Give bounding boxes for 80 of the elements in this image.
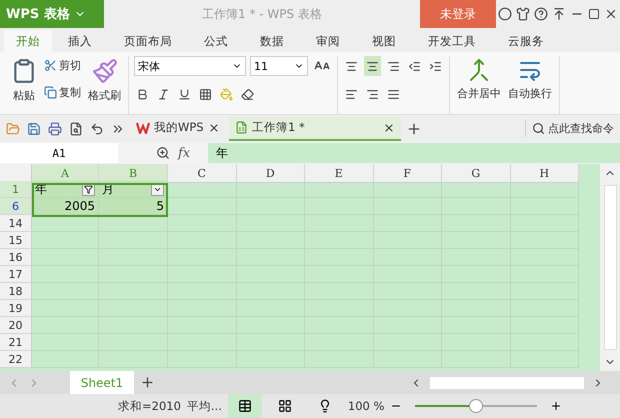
- column-header[interactable]: F: [374, 164, 442, 183]
- row-header[interactable]: 15: [0, 232, 32, 249]
- align-icon[interactable]: [364, 56, 381, 76]
- horizontal-scrollbar-thumb[interactable]: [430, 376, 584, 388]
- table-cell: [32, 232, 99, 249]
- font-size-field[interactable]: 11: [250, 56, 308, 76]
- close-icon[interactable]: [383, 122, 395, 134]
- average-label: 平均...: [186, 398, 222, 414]
- menu-tab[interactable]: 开发工具: [412, 30, 492, 52]
- font-name-field[interactable]: 宋体: [134, 56, 246, 76]
- menu-tab[interactable]: 数据: [244, 30, 300, 52]
- table-cell: [32, 215, 99, 232]
- row-header[interactable]: 14: [0, 215, 32, 232]
- table-cell: [374, 181, 442, 198]
- format-painter-button[interactable]: 格式刷: [86, 56, 123, 105]
- row-header[interactable]: 22: [0, 351, 32, 368]
- document-tab[interactable]: 我的WPS: [130, 116, 226, 140]
- merge-icon: [467, 58, 491, 82]
- table-cell: [168, 215, 236, 232]
- menu-tab[interactable]: 云服务: [492, 30, 560, 52]
- column-header[interactable]: D: [236, 164, 305, 183]
- menu-tab[interactable]: 开始: [4, 30, 52, 52]
- scissors-icon: [44, 59, 57, 72]
- row-header[interactable]: 19: [0, 300, 32, 317]
- window-title: 工作簿1 * - WPS 表格: [201, 6, 323, 22]
- app-menu-button[interactable]: WPS 表格: [0, 0, 104, 28]
- menu-tab[interactable]: 插入: [52, 30, 108, 52]
- view-mode-icon[interactable]: [228, 394, 262, 418]
- row-header[interactable]: 6: [0, 198, 32, 215]
- formula-field[interactable]: 年: [208, 143, 620, 163]
- column-header[interactable]: E: [305, 164, 374, 183]
- logo: [136, 122, 150, 134]
- table-cell: [32, 351, 99, 368]
- table-cell: [305, 181, 374, 198]
- table-cell: [32, 300, 99, 317]
- table-cell: 5: [99, 198, 168, 215]
- search-icon: [532, 122, 545, 135]
- row-header[interactable]: 16: [0, 249, 32, 266]
- cut-button[interactable]: 剪切: [42, 56, 83, 75]
- copy-icon: [44, 86, 57, 99]
- paste-button[interactable]: 粘贴: [9, 56, 39, 105]
- scrollbar-thumb[interactable]: [604, 185, 616, 350]
- column-header[interactable]: C: [168, 164, 236, 183]
- table-cell: [32, 334, 99, 351]
- copy-button[interactable]: 复制: [42, 83, 83, 102]
- paintbrush-icon: [92, 58, 118, 84]
- spreadsheet-icon: [235, 121, 248, 134]
- table-cell: [99, 215, 168, 232]
- zoom-in-icon[interactable]: [550, 400, 562, 412]
- row-header[interactable]: 17: [0, 266, 32, 283]
- sum-label: 求和=2010: [118, 398, 181, 414]
- menu-tab[interactable]: 审阅: [300, 30, 356, 52]
- document-tab[interactable]: 工作簿1 *: [229, 116, 401, 140]
- table-cell: [510, 181, 579, 198]
- column-header[interactable]: G: [442, 164, 510, 183]
- close-icon[interactable]: [208, 122, 220, 134]
- row-header[interactable]: 20: [0, 317, 32, 334]
- menu-tab[interactable]: 页面布局: [108, 30, 188, 52]
- table-cell: [32, 283, 99, 300]
- row-header[interactable]: 18: [0, 283, 32, 300]
- table-cell: [32, 266, 99, 283]
- function-label[interactable]: fx: [178, 146, 190, 160]
- merge-button[interactable]: 合并居中: [455, 56, 503, 103]
- table-cell: [442, 181, 510, 198]
- sheet-tab[interactable]: Sheet1: [70, 371, 134, 394]
- table-cell: [32, 249, 99, 266]
- table-cell: [32, 317, 99, 334]
- row-header[interactable]: 21: [0, 334, 32, 351]
- wrap-text-button[interactable]: 自动换行: [506, 56, 554, 103]
- command-search-field[interactable]: 点此查找命令: [525, 120, 620, 137]
- table-cell: [236, 181, 305, 198]
- table-cell: 2005: [32, 198, 99, 215]
- column-header[interactable]: H: [510, 164, 579, 183]
- zoom-slider-thumb[interactable]: [469, 399, 484, 413]
- table-cell: [168, 181, 236, 198]
- table-cell: [168, 198, 236, 215]
- zoom-label: 100 %: [348, 399, 384, 413]
- name-box[interactable]: A1: [0, 143, 118, 163]
- menu-tab[interactable]: 公式: [188, 30, 244, 52]
- menu-tab[interactable]: 视图: [356, 30, 412, 52]
